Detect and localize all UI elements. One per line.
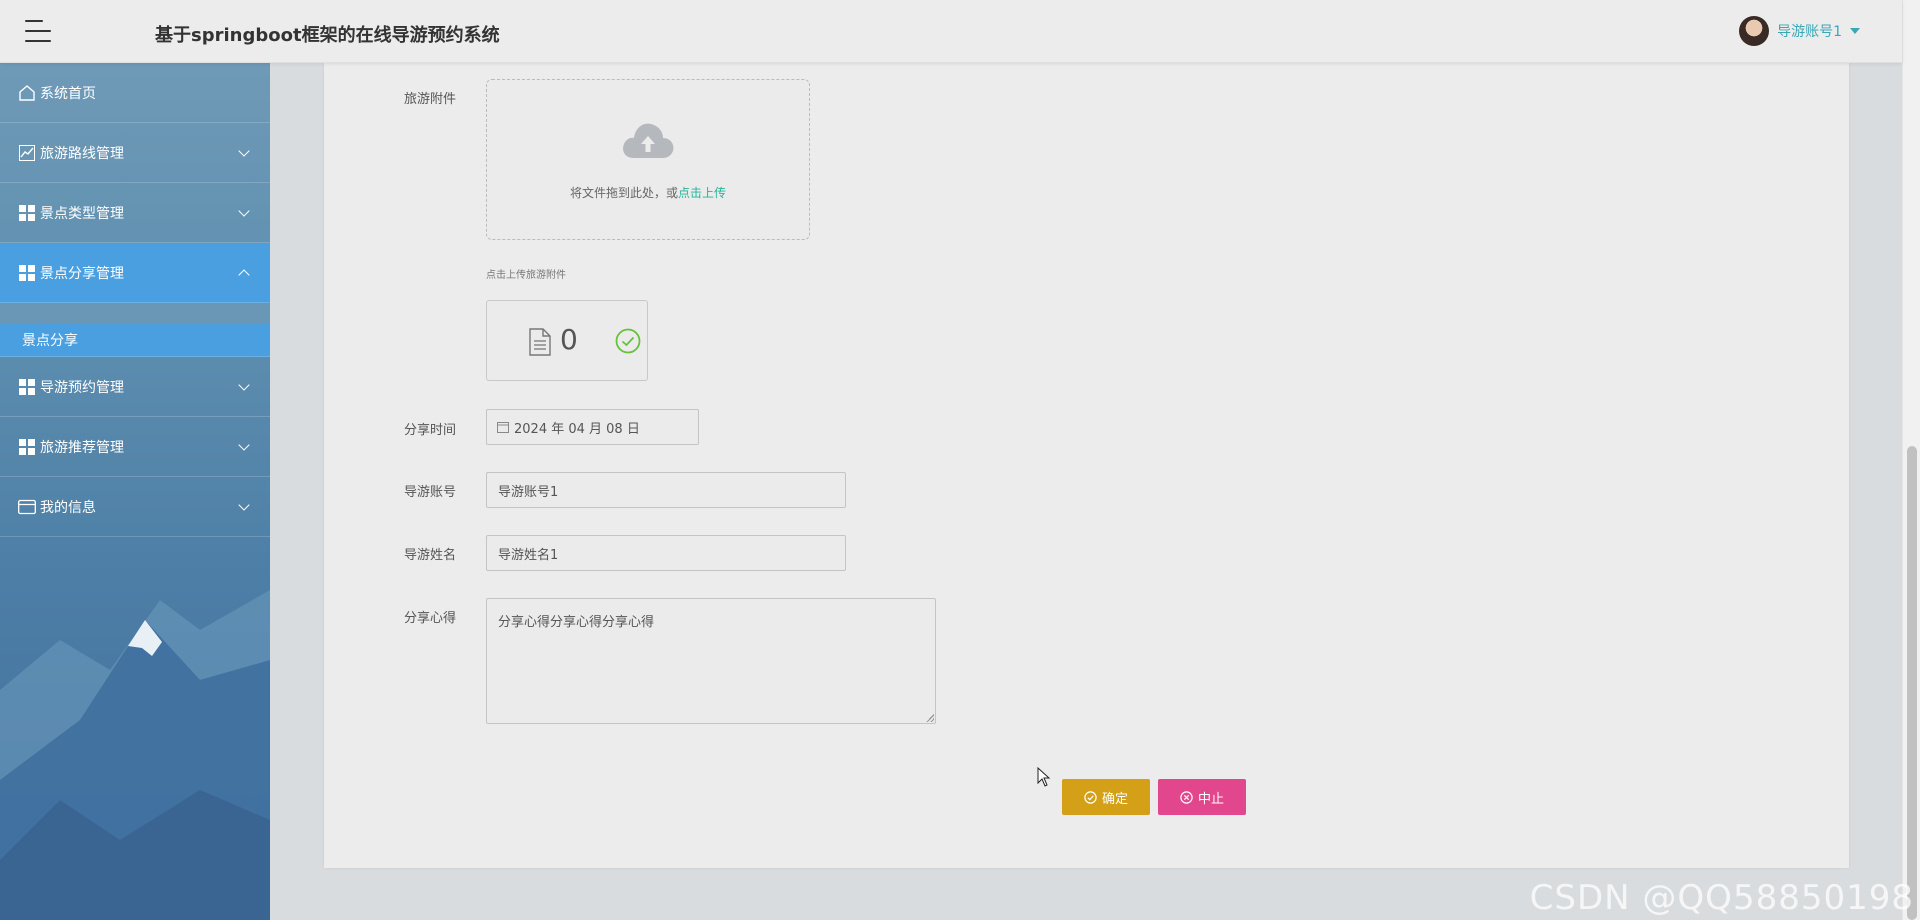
sidebar-item-travel-recommend-management[interactable]: 旅游推荐管理	[0, 417, 270, 477]
chevron-down-icon	[238, 379, 250, 391]
confirm-button[interactable]: 确定	[1062, 779, 1150, 815]
chevron-down-icon	[238, 439, 250, 451]
mouse-cursor-icon	[1037, 767, 1051, 787]
confirm-label: 确定	[1101, 791, 1128, 807]
sidebar-subitem-spot-share[interactable]: 景点分享	[0, 323, 270, 357]
guide-account-label: 导游账号	[403, 485, 456, 500]
document-icon	[529, 328, 551, 356]
sidebar-item-label: 旅游推荐管理	[40, 439, 124, 456]
guide-account-input[interactable]: 导游账号1	[486, 472, 846, 508]
page-scrollbar[interactable]	[1902, 0, 1920, 920]
grid-icon	[18, 378, 36, 396]
check-circle-icon	[1084, 790, 1097, 804]
form-card: 旅游附件 将文件拖到此处，或点击上传 点击上传旅游附件 0 分享时间 2024 …	[324, 63, 1849, 868]
guide-name-label: 导游姓名	[403, 548, 456, 563]
scrollbar-thumb[interactable]	[1907, 446, 1917, 920]
uploaded-file-card[interactable]: 0	[486, 300, 648, 381]
sidebar-item-label: 系统首页	[40, 85, 96, 102]
sidebar: 系统首页 旅游路线管理 景点类型管理 景点分享管理 景点分享 导游预约管理 旅游…	[0, 63, 270, 920]
resize-handle[interactable]	[926, 714, 934, 722]
upload-link[interactable]: 点击上传	[678, 186, 726, 200]
submenu-spacer	[0, 303, 270, 323]
menu-toggle-icon[interactable]	[25, 20, 51, 42]
attachment-label: 旅游附件	[403, 92, 456, 107]
sidebar-item-label: 我的信息	[40, 499, 96, 516]
grid-icon	[18, 264, 36, 282]
share-time-value: 2024 年 04 月 08 日	[514, 421, 640, 437]
top-header: 基于springboot框架的在线导游预约系统 导游账号1	[0, 0, 1902, 63]
experience-textarea[interactable]: 分享心得分享心得分享心得	[486, 598, 936, 724]
cloud-upload-icon	[623, 123, 674, 158]
upload-text: 将文件拖到此处，或	[569, 186, 678, 200]
sidebar-item-label: 景点分享管理	[40, 265, 124, 282]
close-circle-icon	[1180, 790, 1193, 804]
user-name[interactable]: 导游账号1	[1777, 21, 1842, 41]
upload-instruction: 将文件拖到此处，或点击上传	[487, 184, 809, 201]
calendar-icon	[497, 422, 509, 433]
experience-label: 分享心得	[403, 611, 456, 626]
upload-hint: 点击上传旅游附件	[486, 270, 566, 281]
watermark: CSDN @QQ58850198	[1529, 878, 1914, 918]
app-title: 基于springboot框架的在线导游预约系统	[155, 25, 500, 46]
share-time-label: 分享时间	[403, 423, 456, 438]
sidebar-item-my-info[interactable]: 我的信息	[0, 477, 270, 537]
chevron-down-icon	[238, 499, 250, 511]
chart-line-icon	[18, 144, 36, 162]
sidebar-item-route-management[interactable]: 旅游路线管理	[0, 123, 270, 183]
stop-button[interactable]: 中止	[1158, 779, 1246, 815]
sidebar-item-spot-type-management[interactable]: 景点类型管理	[0, 183, 270, 243]
user-menu[interactable]: 导游账号1	[1739, 16, 1860, 46]
chevron-up-icon	[238, 269, 250, 281]
grid-icon	[18, 438, 36, 456]
guide-name-input[interactable]: 导游姓名1	[486, 535, 846, 571]
sidebar-item-label: 景点类型管理	[40, 205, 124, 222]
avatar[interactable]	[1739, 16, 1770, 46]
experience-text: 分享心得分享心得分享心得	[498, 615, 655, 630]
sidebar-item-label: 旅游路线管理	[40, 145, 124, 162]
grid-icon	[18, 204, 36, 222]
sidebar-item-guide-booking-management[interactable]: 导游预约管理	[0, 357, 270, 417]
stop-label: 中止	[1197, 791, 1224, 807]
chevron-down-icon	[238, 205, 250, 217]
upload-dropzone[interactable]: 将文件拖到此处，或点击上传	[486, 79, 810, 240]
card-icon	[18, 498, 36, 516]
mountain-background	[0, 590, 270, 920]
home-icon	[18, 84, 36, 102]
sidebar-item-home[interactable]: 系统首页	[0, 63, 270, 123]
share-time-picker[interactable]: 2024 年 04 月 08 日	[486, 409, 699, 445]
check-circle-icon	[615, 328, 641, 354]
sidebar-item-label: 导游预约管理	[40, 379, 124, 396]
caret-down-icon[interactable]	[1850, 28, 1860, 34]
chevron-down-icon	[238, 145, 250, 157]
sidebar-item-spot-share-management[interactable]: 景点分享管理	[0, 243, 270, 303]
file-count: 0	[560, 323, 578, 356]
